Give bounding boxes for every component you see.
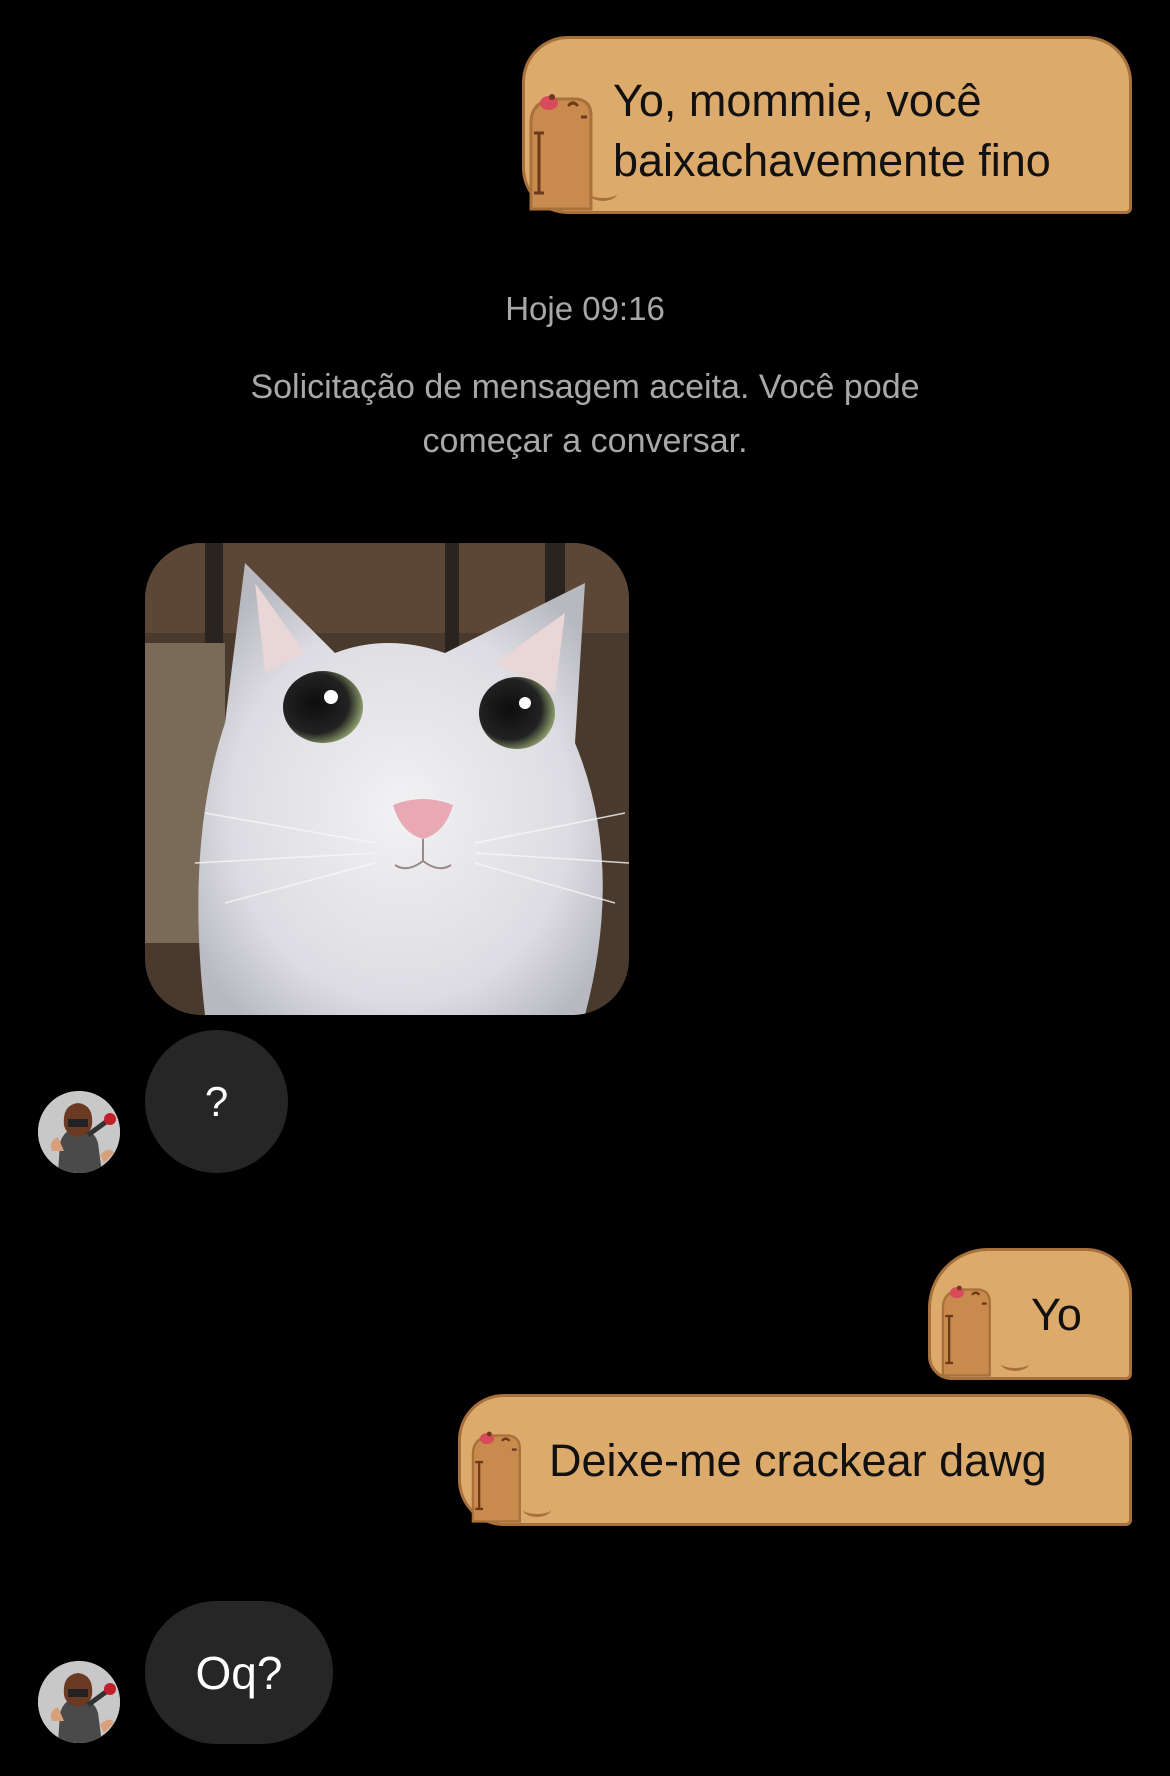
message-bubble[interactable]: Deixe-me crackear dawg [458, 1394, 1132, 1526]
message-text: Yo, mommie, você baixachavemente fino [613, 75, 1051, 186]
bubble-decoration [1001, 1356, 1029, 1371]
message-text: Yo [1031, 1289, 1082, 1340]
capybara-sticker-icon [457, 1423, 531, 1523]
contact-avatar[interactable] [38, 1661, 120, 1743]
bubble-tail [1103, 1509, 1132, 1526]
avatar-image [38, 1661, 120, 1743]
outgoing-message[interactable]: Yo, mommie, você baixachavemente fino [522, 36, 1132, 214]
capybara-sticker-icon [521, 83, 595, 211]
timestamp: Hoje 09:16 [505, 290, 665, 327]
outgoing-message[interactable]: Deixe-me crackear dawg [458, 1394, 1132, 1526]
incoming-message[interactable]: ? [145, 1030, 288, 1173]
shared-image[interactable] [145, 543, 629, 1015]
message-text: Deixe-me crackear dawg [549, 1435, 1047, 1486]
message-bubble[interactable]: Yo [928, 1248, 1132, 1380]
cat-photo [145, 543, 629, 1015]
message-bubble[interactable]: Yo, mommie, você baixachavemente fino [522, 36, 1132, 214]
outgoing-message[interactable]: Yo [928, 1248, 1132, 1380]
bubble-decoration [523, 1502, 551, 1517]
incoming-message[interactable]: Oq? [145, 1601, 333, 1744]
bubble-tail [1103, 1363, 1132, 1380]
capybara-sticker-icon [927, 1277, 1001, 1377]
system-message: Solicitação de mensagem aceita. Você pod… [250, 368, 920, 460]
avatar-image [38, 1091, 120, 1173]
bubble-decoration [589, 186, 617, 201]
contact-avatar[interactable] [38, 1091, 120, 1173]
message-text: Oq? [195, 1646, 283, 1699]
message-text: ? [204, 1077, 229, 1125]
bubble-tail [1103, 197, 1132, 214]
